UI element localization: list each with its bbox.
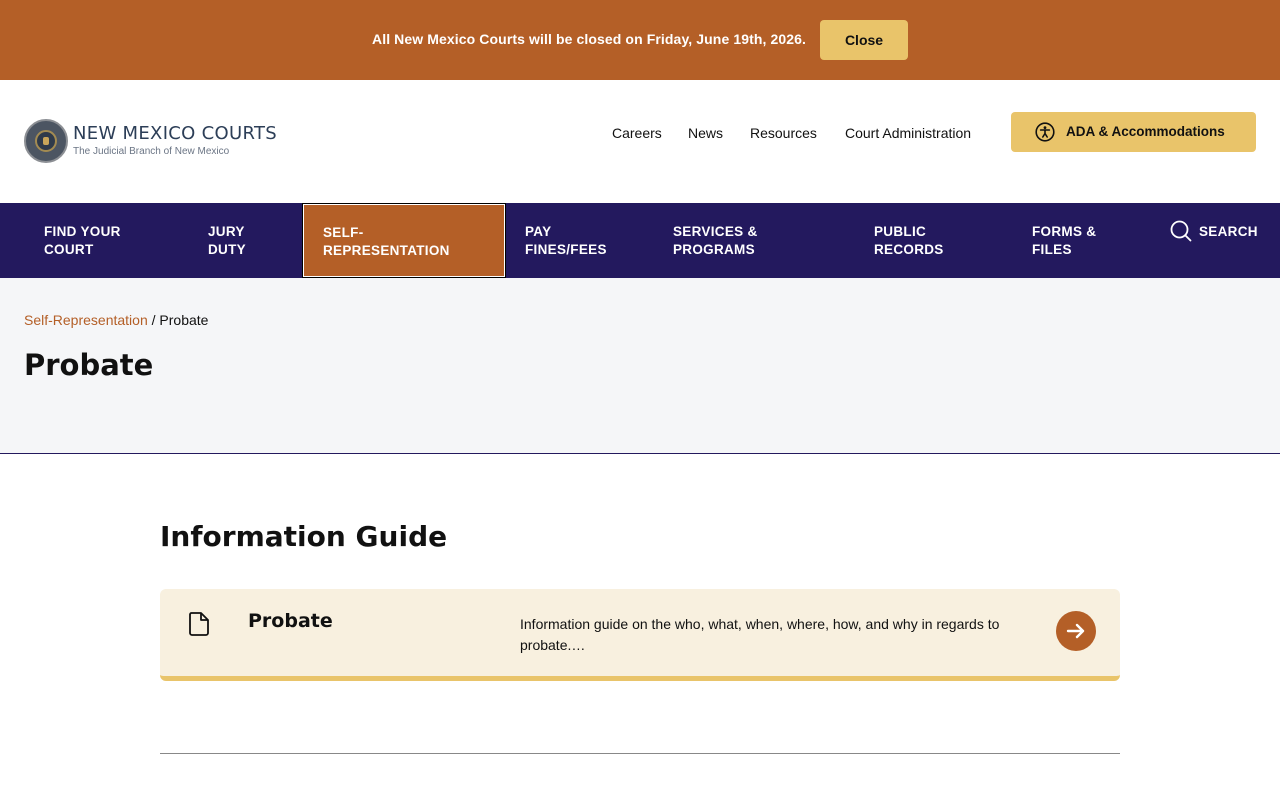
site-logo[interactable]: NEW MEXICO COURTS The Judicial Branch of…: [24, 119, 284, 165]
news-link[interactable]: News: [688, 125, 723, 141]
page-title: Probate: [24, 348, 154, 382]
guide-card[interactable]: Probate Information guide on the who, wh…: [160, 589, 1120, 681]
card-title[interactable]: Probate: [248, 610, 333, 632]
nav-item-forms-files[interactable]: Forms & Files: [1012, 203, 1152, 278]
page-hero: Self-Representation / Probate Probate: [0, 278, 1280, 454]
site-header: NEW MEXICO COURTS The Judicial Branch of…: [0, 80, 1280, 203]
nav-item-pay-fines-fees[interactable]: Pay fines/fees: [506, 203, 654, 278]
breadcrumb-parent-link[interactable]: Self-Representation: [24, 312, 148, 328]
logo-subtitle: The Judicial Branch of New Mexico: [73, 146, 230, 157]
search-label: SEARCH: [1199, 224, 1258, 239]
accessibility-icon: [1035, 122, 1055, 142]
ada-label: ADA & Accommodations: [1066, 124, 1225, 139]
section-divider: [160, 753, 1120, 754]
nav-item-self-representation[interactable]: Self- Representation: [302, 203, 506, 278]
section-title: Information Guide: [160, 520, 448, 553]
nav-item-services-programs[interactable]: Services & Programs: [654, 203, 854, 278]
nav-item-public-records[interactable]: Public Records: [854, 203, 1012, 278]
ada-accommodations-button[interactable]: ADA & Accommodations: [1011, 112, 1256, 152]
arrow-right-icon: [1066, 623, 1085, 639]
nav-item-find-your-court[interactable]: Find your court: [24, 203, 164, 278]
court-administration-link[interactable]: Court Administration: [845, 125, 971, 141]
card-arrow-button[interactable]: [1056, 611, 1096, 651]
resources-link[interactable]: Resources: [750, 125, 817, 141]
card-description: Information guide on the who, what, when…: [520, 616, 1000, 653]
logo-title: NEW MEXICO COURTS: [73, 123, 277, 144]
main-nav: Find your court Jury duty Self- Represen…: [0, 203, 1280, 278]
court-seal-icon: [24, 119, 68, 163]
breadcrumb-current: Probate: [159, 312, 209, 328]
breadcrumb: Self-Representation / Probate: [24, 312, 208, 328]
search-icon: [1170, 220, 1192, 242]
nav-item-jury-duty[interactable]: Jury duty: [188, 203, 298, 278]
alert-close-button[interactable]: Close: [820, 20, 908, 60]
breadcrumb-separator: /: [147, 312, 160, 328]
careers-link[interactable]: Careers: [612, 125, 662, 141]
alert-message: All New Mexico Courts will be closed on …: [372, 31, 807, 47]
alert-banner: All New Mexico Courts will be closed on …: [0, 0, 1280, 80]
document-icon: [189, 612, 209, 636]
